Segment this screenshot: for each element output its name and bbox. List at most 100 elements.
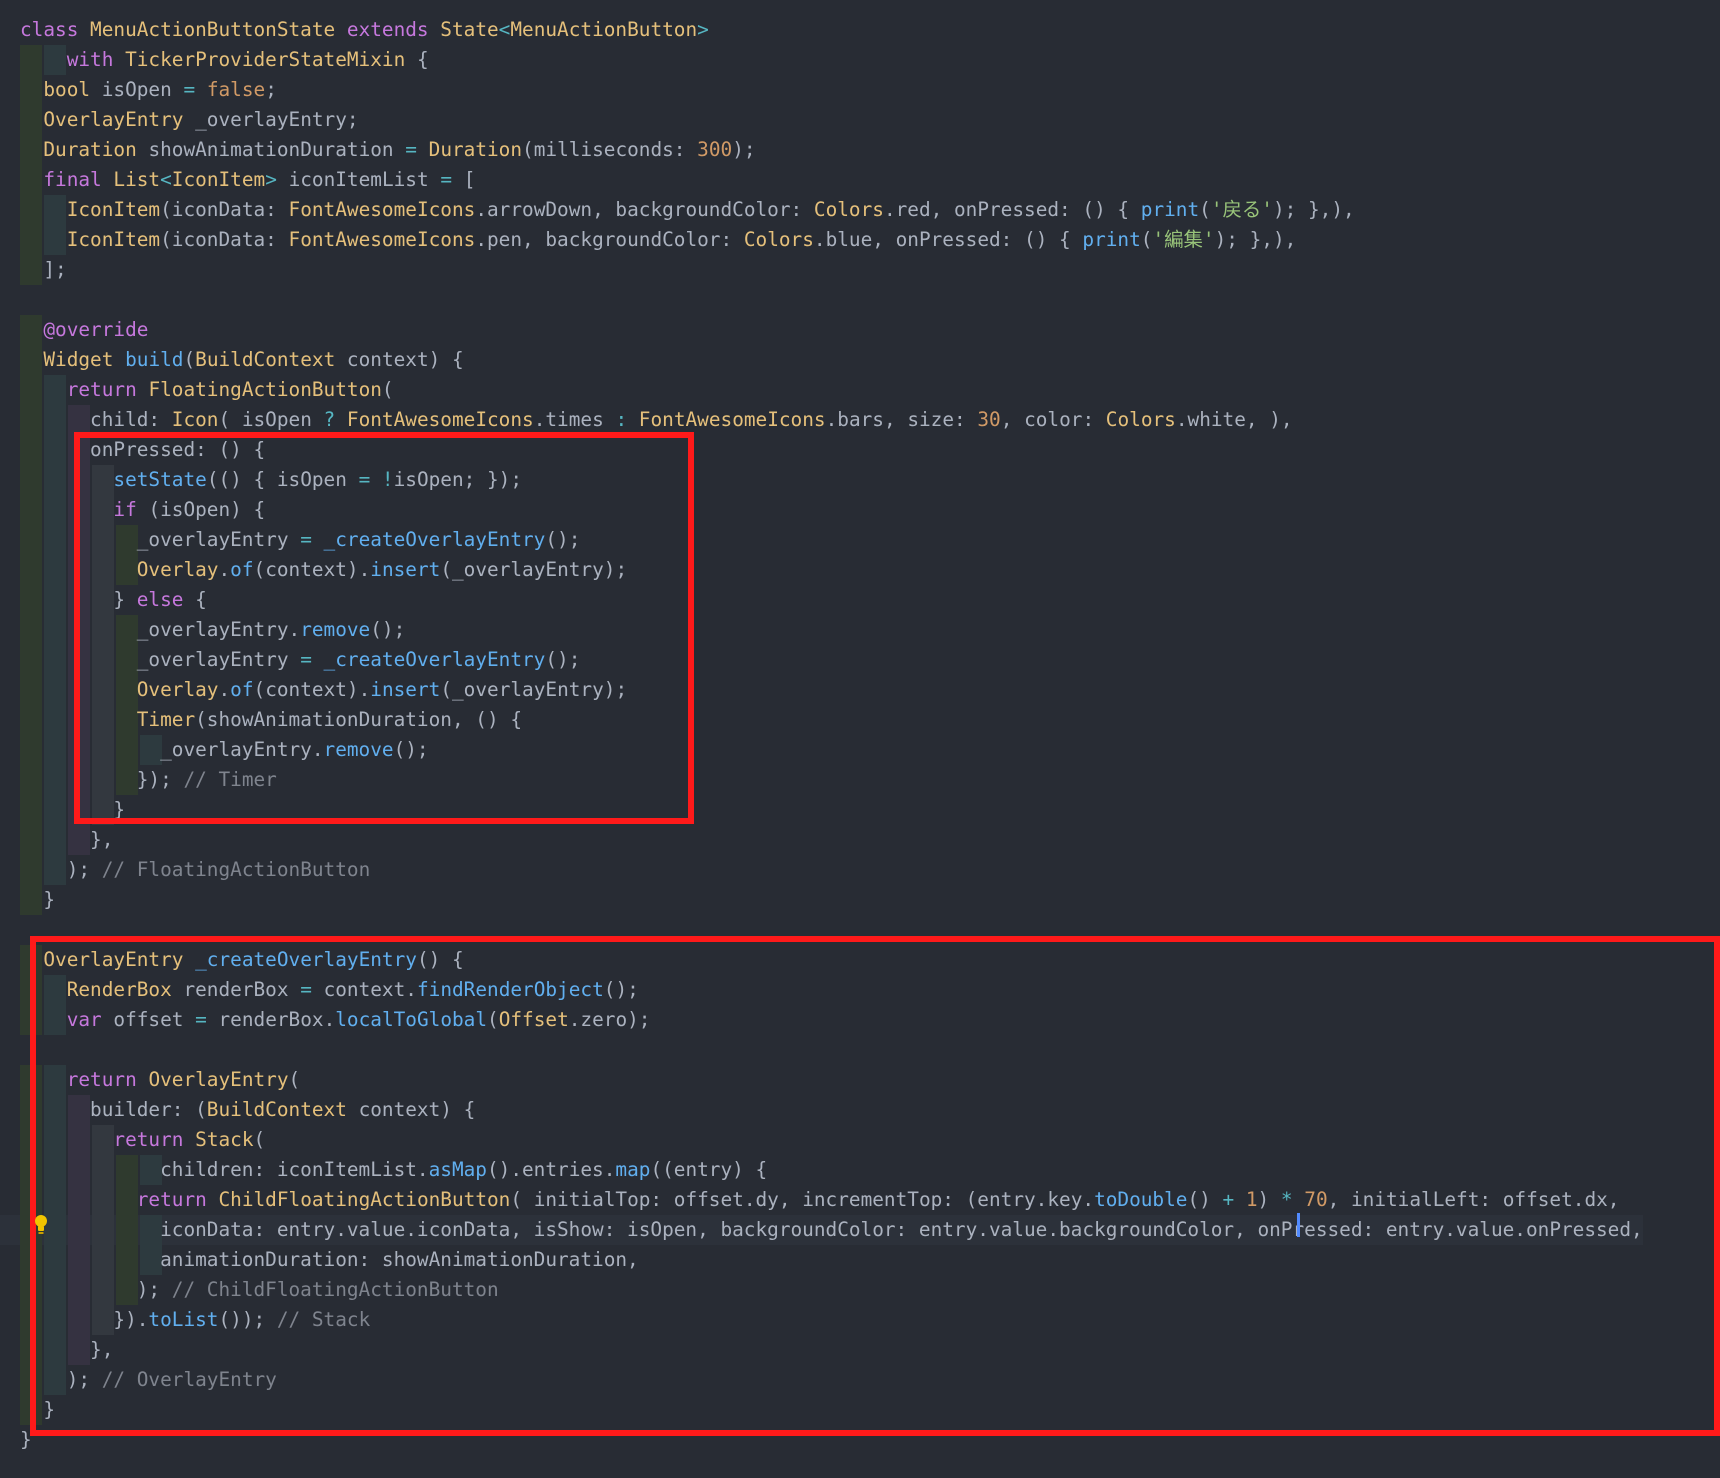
code-line[interactable]: class MenuActionButtonState extends Stat… bbox=[20, 15, 709, 45]
code-token: ); },), bbox=[1272, 198, 1355, 221]
code-line[interactable]: final List<IconItem> iconItemList = [ bbox=[20, 165, 475, 195]
code-token: Duration bbox=[428, 138, 523, 161]
code-token: .red, onPressed: () { bbox=[883, 198, 1141, 221]
code-text: IconItem(iconData: FontAwesomeIcons.pen,… bbox=[20, 228, 1297, 251]
code-token: Widget bbox=[43, 348, 126, 371]
code-token: < bbox=[498, 18, 511, 41]
code-token: = bbox=[440, 168, 464, 191]
code-token: .pen, backgroundColor: bbox=[475, 228, 744, 251]
code-line[interactable]: IconItem(iconData: FontAwesomeIcons.arro… bbox=[20, 195, 1355, 225]
code-line[interactable]: }, bbox=[20, 825, 113, 855]
code-token: = bbox=[405, 138, 429, 161]
code-text: ); // FloatingActionButton bbox=[20, 858, 371, 881]
code-line[interactable]: bool isOpen = false; bbox=[20, 75, 277, 105]
code-token: (milliseconds: bbox=[522, 138, 698, 161]
code-token: < bbox=[160, 168, 172, 191]
code-token: _overlayEntry; bbox=[195, 108, 359, 131]
code-token: @override bbox=[43, 318, 149, 341]
code-token: FontAwesomeIcons bbox=[346, 408, 534, 431]
code-line[interactable]: Duration showAnimationDuration = Duratio… bbox=[20, 135, 756, 165]
code-text: return FloatingActionButton( bbox=[20, 378, 394, 401]
code-token: 30 bbox=[977, 408, 1001, 431]
code-line[interactable]: OverlayEntry _overlayEntry; bbox=[20, 105, 359, 135]
code-token: [ bbox=[463, 168, 476, 191]
code-token: ); },), bbox=[1214, 228, 1297, 251]
code-token: > bbox=[697, 18, 709, 41]
code-token: final bbox=[43, 168, 114, 191]
code-token: ( bbox=[1140, 228, 1153, 251]
highlight-box-create-overlay-entry bbox=[30, 936, 1720, 1436]
code-line[interactable]: IconItem(iconData: FontAwesomeIcons.pen,… bbox=[20, 225, 1296, 255]
code-token: ? bbox=[323, 408, 347, 431]
code-text: final List<IconItem> iconItemList = [ bbox=[20, 168, 475, 191]
code-text: bool isOpen = false; bbox=[20, 78, 277, 101]
code-editor[interactable]: class MenuActionButtonState extends Stat… bbox=[0, 0, 1720, 1478]
code-token: class bbox=[20, 18, 91, 41]
code-token: '戻る' bbox=[1210, 198, 1273, 221]
code-token: BuildContext bbox=[195, 348, 347, 371]
code-token: = bbox=[183, 78, 207, 101]
code-token: MenuActionButton bbox=[510, 18, 698, 41]
code-token: .blue, onPressed: () { bbox=[813, 228, 1083, 251]
code-token: Duration bbox=[43, 138, 149, 161]
code-token: ]; bbox=[20, 258, 67, 281]
code-line[interactable]: } bbox=[20, 885, 55, 915]
code-line[interactable]: ); // FloatingActionButton bbox=[20, 855, 370, 885]
code-token: print bbox=[1082, 228, 1141, 251]
code-token: IconItem bbox=[171, 168, 266, 191]
code-text: class MenuActionButtonState extends Stat… bbox=[20, 18, 709, 41]
code-token: , color: bbox=[1000, 408, 1106, 431]
code-text: Widget build(BuildContext context) { bbox=[20, 348, 464, 371]
code-line[interactable]: Widget build(BuildContext context) { bbox=[20, 345, 464, 375]
code-token: 300 bbox=[697, 138, 733, 161]
code-line[interactable]: ]; bbox=[20, 255, 67, 285]
code-text: IconItem(iconData: FontAwesomeIcons.arro… bbox=[20, 198, 1355, 221]
code-text: ]; bbox=[20, 258, 67, 281]
code-text: with TickerProviderStateMixin { bbox=[20, 48, 429, 71]
code-token: ; bbox=[265, 78, 277, 101]
code-token: isOpen bbox=[101, 78, 184, 101]
highlight-box-onpressed bbox=[74, 432, 694, 824]
code-line[interactable]: with TickerProviderStateMixin { bbox=[20, 45, 429, 75]
code-token: } bbox=[20, 888, 56, 911]
code-token: ( bbox=[183, 348, 196, 371]
code-line[interactable]: return FloatingActionButton( bbox=[20, 375, 394, 405]
code-token: Colors bbox=[813, 198, 884, 221]
code-token: bool bbox=[43, 78, 102, 101]
code-text: }, bbox=[20, 828, 113, 851]
code-token: child: bbox=[20, 408, 172, 431]
code-text: OverlayEntry _overlayEntry; bbox=[20, 108, 359, 131]
code-token: .white, ), bbox=[1175, 408, 1293, 431]
code-token: Colors bbox=[743, 228, 814, 251]
code-token: // FloatingActionButton bbox=[101, 858, 371, 881]
code-token: FontAwesomeIcons bbox=[638, 408, 826, 431]
code-token: false bbox=[206, 78, 266, 101]
code-token: : bbox=[615, 408, 639, 431]
code-token: print bbox=[1140, 198, 1200, 221]
code-token: extends bbox=[346, 18, 441, 41]
code-token: build bbox=[125, 348, 184, 371]
code-line[interactable]: @override bbox=[20, 315, 148, 345]
text-cursor bbox=[1297, 1213, 1300, 1237]
code-token: }, bbox=[20, 828, 114, 851]
code-token: .bars, size: bbox=[825, 408, 978, 431]
code-token: context) { bbox=[346, 348, 464, 371]
code-line[interactable]: child: Icon( isOpen ? FontAwesomeIcons.t… bbox=[20, 405, 1293, 435]
lightbulb-icon[interactable] bbox=[34, 1214, 48, 1236]
code-token: MenuActionButtonState bbox=[90, 18, 347, 41]
code-token: FloatingActionButton bbox=[148, 378, 382, 401]
code-text: } bbox=[20, 888, 55, 911]
code-token: Icon bbox=[171, 408, 219, 431]
code-token: ( bbox=[1199, 198, 1211, 221]
code-token: State bbox=[440, 18, 499, 41]
code-text: @override bbox=[20, 318, 148, 341]
code-token: (iconData: bbox=[160, 228, 289, 251]
